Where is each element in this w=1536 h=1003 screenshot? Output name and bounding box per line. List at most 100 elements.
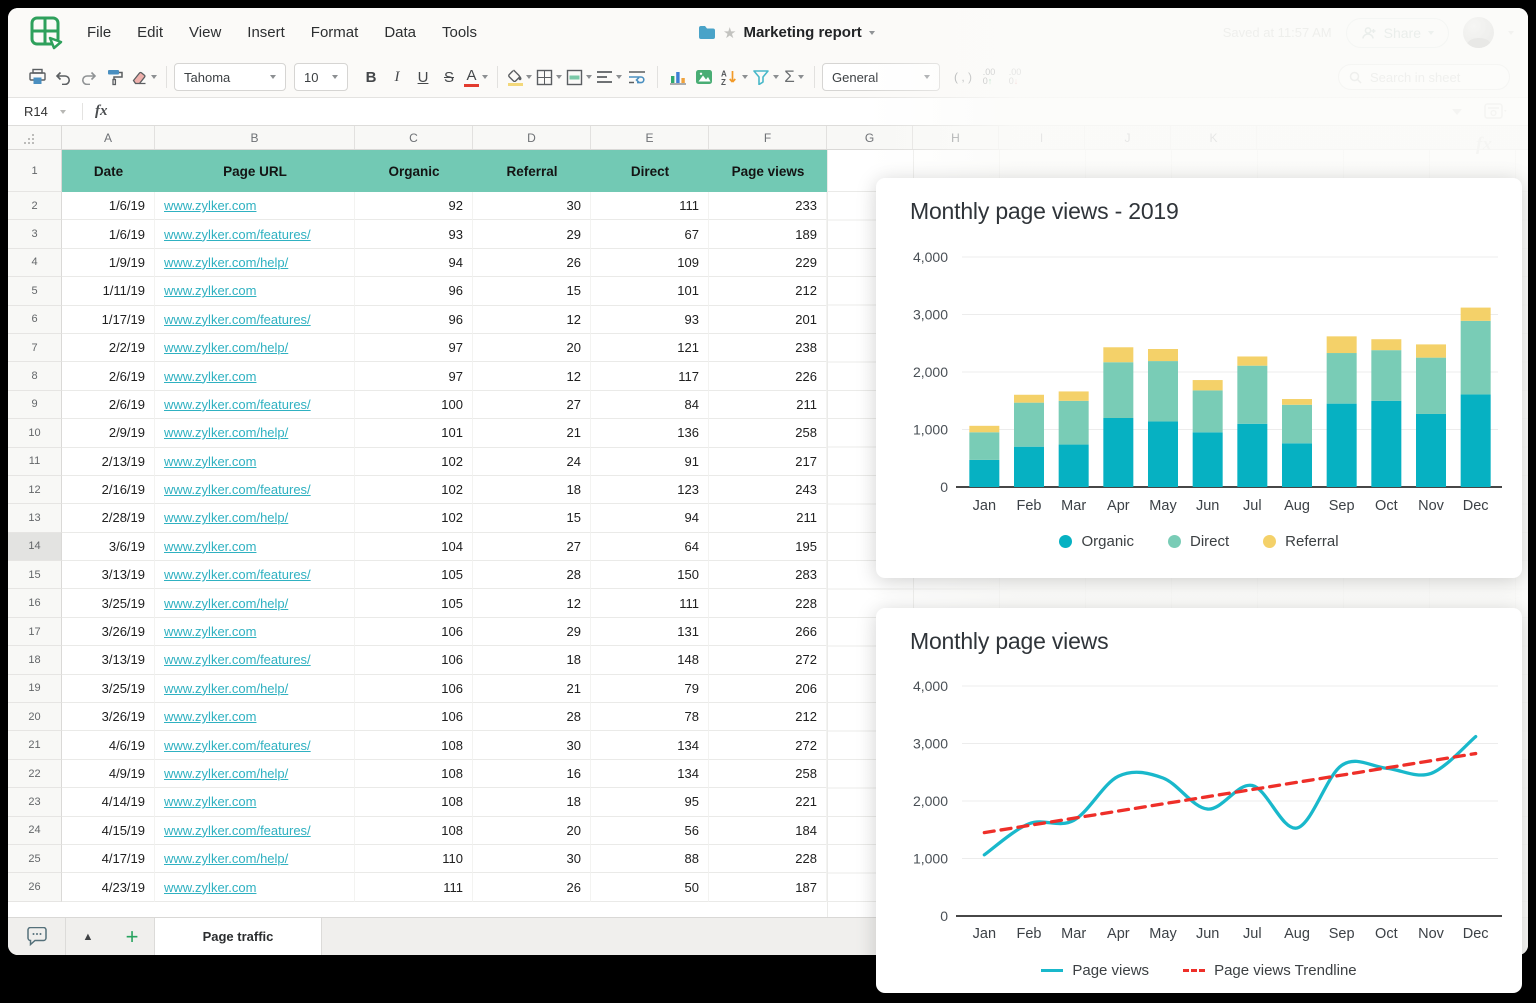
cell-value[interactable]: 111	[355, 873, 473, 901]
row-header-11[interactable]: 11	[8, 448, 62, 476]
cell-value[interactable]: 272	[709, 646, 827, 674]
cell-value[interactable]: 29	[473, 220, 591, 248]
page-url-link[interactable]: www.zylker.com/features/	[164, 652, 311, 667]
row-header-3[interactable]: 3	[8, 220, 62, 248]
sheet-search[interactable]	[1338, 64, 1510, 90]
cell-value[interactable]: 78	[591, 703, 709, 731]
row-header-24[interactable]: 24	[8, 817, 62, 845]
cell-value[interactable]: 104	[355, 533, 473, 561]
cell-value[interactable]: 134	[591, 731, 709, 759]
search-input[interactable]	[1368, 69, 1488, 86]
cell-value[interactable]: 187	[709, 873, 827, 901]
cell-value[interactable]: 1/9/19	[62, 249, 155, 277]
cell-value[interactable]: 243	[709, 476, 827, 504]
sheet-list-button[interactable]: ▲	[66, 918, 110, 955]
cell-page-url[interactable]: www.zylker.com/help/	[155, 845, 355, 873]
cell-value[interactable]: 93	[591, 306, 709, 334]
print-button[interactable]	[24, 63, 50, 91]
cell-value[interactable]: 30	[473, 731, 591, 759]
cell-value[interactable]: 106	[355, 703, 473, 731]
cell-value[interactable]: 28	[473, 561, 591, 589]
formula-input[interactable]	[120, 98, 1453, 125]
cell-page-url[interactable]: www.zylker.com/features/	[155, 476, 355, 504]
row-header-23[interactable]: 23	[8, 788, 62, 816]
page-url-link[interactable]: www.zylker.com/help/	[164, 340, 288, 355]
row-header-12[interactable]: 12	[8, 476, 62, 504]
strikethrough-button[interactable]: S	[436, 63, 462, 91]
row-header-14[interactable]: 14	[8, 533, 62, 561]
cell-value[interactable]: 100	[355, 391, 473, 419]
cell-value[interactable]: 189	[709, 220, 827, 248]
folder-icon[interactable]	[698, 25, 716, 40]
cell-page-url[interactable]: www.zylker.com	[155, 618, 355, 646]
cell-value[interactable]: 4/9/19	[62, 760, 155, 788]
cell-value[interactable]: 229	[709, 249, 827, 277]
page-url-link[interactable]: www.zylker.com	[164, 794, 256, 809]
cell-value[interactable]: 27	[473, 533, 591, 561]
menu-format[interactable]: Format	[298, 24, 372, 41]
page-url-link[interactable]: www.zylker.com/help/	[164, 425, 288, 440]
cell-value[interactable]: 131	[591, 618, 709, 646]
cell-value[interactable]: 3/6/19	[62, 533, 155, 561]
column-header-E[interactable]: E	[591, 126, 709, 149]
cell-value[interactable]: 3/13/19	[62, 561, 155, 589]
cell-value[interactable]: 228	[709, 845, 827, 873]
cell-value[interactable]: 2/9/19	[62, 419, 155, 447]
cell-value[interactable]: 15	[473, 277, 591, 305]
cell-value[interactable]: 105	[355, 589, 473, 617]
view-options-icon[interactable]	[1484, 103, 1508, 120]
cell-value[interactable]: 2/2/19	[62, 334, 155, 362]
row-header-2[interactable]: 2	[8, 192, 62, 220]
cell-value[interactable]: 136	[591, 419, 709, 447]
cell-value[interactable]: 108	[355, 817, 473, 845]
cell-page-url[interactable]: www.zylker.com/features/	[155, 817, 355, 845]
row-header-6[interactable]: 6	[8, 306, 62, 334]
cell-value[interactable]: 110	[355, 845, 473, 873]
fx-icon[interactable]: fx	[82, 103, 120, 120]
cell-value[interactable]: 88	[591, 845, 709, 873]
cell-value[interactable]: 258	[709, 419, 827, 447]
header-cell-page-url[interactable]: Page URL	[155, 150, 355, 192]
cell-value[interactable]: 2/28/19	[62, 504, 155, 532]
cell-value[interactable]: 3/25/19	[62, 589, 155, 617]
cell-page-url[interactable]: www.zylker.com/features/	[155, 306, 355, 334]
cell-value[interactable]: 233	[709, 192, 827, 220]
page-url-link[interactable]: www.zylker.com/features/	[164, 482, 311, 497]
page-url-link[interactable]: www.zylker.com/help/	[164, 510, 288, 525]
column-header-F[interactable]: F	[709, 126, 827, 149]
cell-value[interactable]: 84	[591, 391, 709, 419]
cell-page-url[interactable]: www.zylker.com/features/	[155, 391, 355, 419]
row-header-15[interactable]: 15	[8, 561, 62, 589]
insert-image-button[interactable]	[691, 63, 717, 91]
filter-button[interactable]	[750, 63, 781, 91]
cell-page-url[interactable]: www.zylker.com/features/	[155, 731, 355, 759]
cell-value[interactable]: 2/6/19	[62, 362, 155, 390]
cell-value[interactable]: 211	[709, 391, 827, 419]
column-header-H[interactable]: H	[913, 126, 999, 149]
menu-edit[interactable]: Edit	[124, 24, 176, 41]
cell-value[interactable]: 94	[355, 249, 473, 277]
increase-decimal-button[interactable]: .000↑	[976, 63, 1002, 91]
row-header-20[interactable]: 20	[8, 703, 62, 731]
avatar[interactable]	[1463, 17, 1494, 48]
cell-value[interactable]: 21	[473, 419, 591, 447]
cell-value[interactable]: 12	[473, 589, 591, 617]
row-header-1[interactable]: 1	[8, 150, 62, 192]
row-header-19[interactable]: 19	[8, 675, 62, 703]
cell-value[interactable]: 21	[473, 675, 591, 703]
zoho-sheet-logo-icon[interactable]	[28, 14, 64, 50]
cell-value[interactable]: 91	[591, 448, 709, 476]
cell-value[interactable]: 226	[709, 362, 827, 390]
cell-value[interactable]: 117	[591, 362, 709, 390]
page-url-link[interactable]: www.zylker.com/help/	[164, 766, 288, 781]
cell-value[interactable]: 96	[355, 277, 473, 305]
fill-color-button[interactable]	[505, 63, 534, 91]
page-url-link[interactable]: www.zylker.com/help/	[164, 681, 288, 696]
cell-value[interactable]: 266	[709, 618, 827, 646]
header-cell-organic[interactable]: Organic	[355, 150, 473, 192]
page-url-link[interactable]: www.zylker.com/features/	[164, 227, 311, 242]
decrease-decimal-button[interactable]: .000↓	[1002, 63, 1028, 91]
underline-button[interactable]: U	[410, 63, 436, 91]
page-url-link[interactable]: www.zylker.com/features/	[164, 567, 311, 582]
cell-value[interactable]: 28	[473, 703, 591, 731]
